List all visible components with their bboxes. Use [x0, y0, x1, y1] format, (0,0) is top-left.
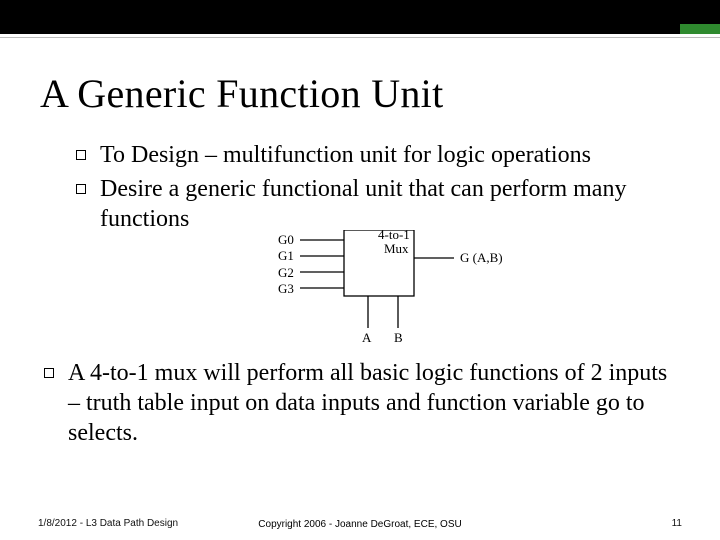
bullet-item: Desire a generic functional unit that ca…	[76, 174, 680, 234]
bullet-text: Desire a generic functional unit that ca…	[100, 174, 680, 234]
slide-title: A Generic Function Unit	[40, 70, 680, 117]
mux-diagram: G0 G1 G2 G3 4-to-1 Mux G (A,B) A B	[0, 230, 720, 350]
accent-box	[680, 24, 720, 34]
bullet-item: A 4-to-1 mux will perform all basic logi…	[44, 358, 680, 448]
title-wrap: A Generic Function Unit	[40, 70, 680, 117]
slide: A Generic Function Unit To Design – mult…	[0, 0, 720, 540]
footer-center: Copyright 2006 - Joanne DeGroat, ECE, OS…	[258, 519, 461, 530]
bullet-text: To Design – multifunction unit for logic…	[100, 140, 591, 170]
mux-svg-icon	[278, 230, 518, 350]
bullet-item: To Design – multifunction unit for logic…	[76, 140, 680, 170]
bullet-text: A 4-to-1 mux will perform all basic logi…	[68, 358, 680, 448]
bullet-marker-icon	[76, 184, 86, 194]
page-number: 11	[622, 518, 682, 529]
footer-left: 1/8/2012 - L3 Data Path Design	[38, 518, 188, 531]
divider	[0, 34, 720, 38]
second-body: A 4-to-1 mux will perform all basic logi…	[44, 358, 680, 452]
body-area: To Design – multifunction unit for logic…	[58, 140, 680, 238]
bullet-marker-icon	[76, 150, 86, 160]
bullet-marker-icon	[44, 368, 54, 378]
top-bar	[0, 0, 720, 34]
